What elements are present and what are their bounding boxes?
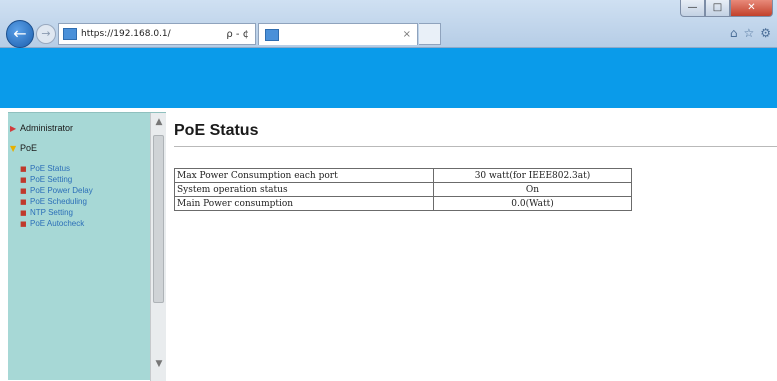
- close-window-button[interactable]: ✕: [730, 0, 773, 17]
- favorites-icon[interactable]: ☆: [743, 26, 754, 40]
- scroll-up-icon[interactable]: ▲: [151, 117, 167, 129]
- sidebar-item-poe-scheduling[interactable]: ■ PoE Scheduling: [20, 196, 150, 207]
- browser-toolbar-icons: ⌂ ☆ ⚙: [730, 26, 771, 40]
- main-content: PoE Status Max Power Consumption each po…: [166, 112, 777, 380]
- maximize-button[interactable]: □: [705, 0, 730, 17]
- browser-tab[interactable]: ×: [258, 23, 418, 45]
- collapsed-arrow-icon: ▶: [10, 123, 17, 133]
- bullet-icon: ■: [20, 186, 27, 195]
- row-value: 30 watt(for IEEE802.3at): [433, 168, 632, 183]
- sidebar-section-poe[interactable]: ▼ PoE: [8, 141, 150, 155]
- sidebar-item-poe-setting[interactable]: ■ PoE Setting: [20, 174, 150, 185]
- sidebar-menu: ▶ Administrator ▼ PoE ■ PoE Status ■ PoE…: [8, 113, 150, 381]
- row-label: Max Power Consumption each port: [174, 168, 434, 183]
- table-row: System operation status On: [174, 182, 632, 197]
- scrollbar-thumb[interactable]: [153, 135, 164, 303]
- sidebar-item-label: NTP Setting: [30, 208, 73, 217]
- window-controls: — □ ✕: [680, 0, 773, 17]
- address-search-refresh-icon[interactable]: ρ - ¢: [226, 29, 249, 40]
- sidebar-item-label: PoE Autocheck: [30, 219, 85, 228]
- sidebar-item-label: PoE Setting: [30, 175, 73, 184]
- sidebar-item-poe-power-delay[interactable]: ■ PoE Power Delay: [20, 185, 150, 196]
- sidebar-section-label: PoE: [20, 143, 38, 153]
- sidebar-item-poe-autocheck[interactable]: ■ PoE Autocheck: [20, 218, 150, 229]
- row-value: 0.0(Watt): [433, 196, 632, 211]
- sidebar-section-label: Administrator: [20, 123, 74, 133]
- poe-status-table: Max Power Consumption each port 30 watt(…: [174, 168, 632, 211]
- title-divider: [174, 146, 777, 147]
- row-value: On: [433, 182, 632, 197]
- table-row: Main Power consumption 0.0(Watt): [174, 196, 632, 211]
- header-banner: [0, 48, 777, 108]
- settings-icon[interactable]: ⚙: [760, 26, 771, 40]
- sidebar-item-poe-status[interactable]: ■ PoE Status: [20, 163, 150, 174]
- back-button[interactable]: ←: [6, 20, 34, 48]
- row-label: Main Power consumption: [174, 196, 434, 211]
- home-icon[interactable]: ⌂: [730, 26, 738, 40]
- scroll-down-icon[interactable]: ▼: [151, 359, 167, 371]
- poe-submenu: ■ PoE Status ■ PoE Setting ■ PoE Power D…: [8, 163, 150, 229]
- sidebar-item-label: PoE Status: [30, 164, 71, 173]
- sidebar-item-ntp-setting[interactable]: ■ NTP Setting: [20, 207, 150, 218]
- address-url[interactable]: https://192.168.0.1/: [81, 29, 171, 39]
- sidebar-item-label: PoE Scheduling: [30, 197, 87, 206]
- new-tab-button[interactable]: [419, 23, 441, 45]
- bullet-icon: ■: [20, 208, 27, 217]
- tab-close-icon[interactable]: ×: [403, 29, 411, 40]
- bullet-icon: ■: [20, 197, 27, 206]
- forward-button[interactable]: →: [36, 24, 56, 44]
- bullet-icon: ■: [20, 219, 27, 228]
- page-title: PoE Status: [174, 122, 259, 139]
- sidebar-scrollbar[interactable]: ▲ ▼: [150, 113, 166, 381]
- bullet-icon: ■: [20, 164, 27, 173]
- row-label: System operation status: [174, 182, 434, 197]
- site-favicon-icon: [63, 28, 77, 40]
- sidebar-section-administrator[interactable]: ▶ Administrator: [8, 121, 150, 135]
- table-row: Max Power Consumption each port 30 watt(…: [174, 168, 632, 183]
- minimize-button[interactable]: —: [680, 0, 705, 17]
- sidebar: ▶ Administrator ▼ PoE ■ PoE Status ■ PoE…: [8, 112, 166, 381]
- address-bar[interactable]: https://192.168.0.1/ ρ - ¢: [58, 23, 256, 45]
- sidebar-item-label: PoE Power Delay: [30, 186, 93, 195]
- tab-favicon-icon: [265, 28, 279, 41]
- expanded-arrow-icon: ▼: [10, 143, 17, 153]
- navigation-buttons: ← →: [6, 20, 56, 48]
- bullet-icon: ■: [20, 175, 27, 184]
- browser-chrome: — □ ✕ ← → https://192.168.0.1/ ρ - ¢ × ⌂…: [0, 0, 777, 48]
